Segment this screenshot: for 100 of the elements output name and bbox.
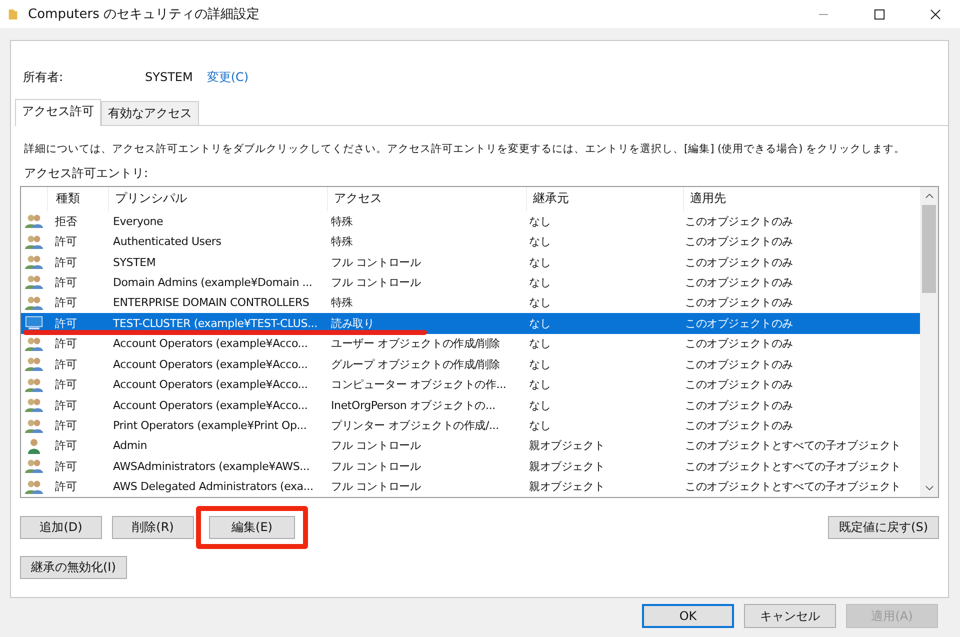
table-cell-text: Account Operators (example¥Acco... (112, 358, 309, 371)
restore-defaults-button[interactable]: 既定値に戻す(S) (828, 516, 939, 538)
table-row[interactable]: 許可 AWS Delegated Administrators (exa... フル コントロール 親オブジェクト このオブジェクトとすべての子オブジェクト (21, 476, 920, 497)
column-header[interactable]: アクセス (327, 187, 526, 211)
table-row[interactable]: 許可 AWSAdministrators (example¥AWS... フル コントロール 親オブジェクト このオブジェクトとすべての子オブジェクト (21, 456, 920, 477)
disable-inheritance-button[interactable]: 継承の無効化(I) (20, 556, 127, 579)
table-cell-text: グループ オブジェクトの作成/削除 (330, 356, 501, 372)
table-row[interactable]: 許可 TEST-CLUSTER (example¥TEST-CLUS... 読み取り なし このオブジェクトのみ (21, 313, 920, 334)
table-cell-text: なし (528, 234, 552, 250)
column-header[interactable]: 種類 (47, 187, 108, 211)
table-row[interactable]: 許可 Account Operators (example¥Acco... グループ オブジェクトの作成/削除 なし このオブジェクトのみ (21, 354, 920, 374)
table-cell-text: なし (528, 336, 552, 352)
table-cell-text: このオブジェクトのみ (684, 295, 794, 310)
table-cell-text: 許可 (54, 316, 78, 331)
table-cell-text: 許可 (54, 418, 78, 434)
table-cell-text: Domain Admins (example¥Domain ... (112, 276, 314, 289)
column-header[interactable]: プリンシパル (108, 187, 327, 211)
users-icon (25, 356, 43, 372)
scrollbar[interactable] (920, 187, 938, 497)
table-cell-text: フル コントロール (330, 254, 422, 270)
scroll-down-icon[interactable] (924, 485, 934, 491)
table-cell-text: 許可 (54, 398, 78, 413)
table-cell-text: InetOrgPerson オブジェクトの... (330, 398, 496, 413)
table-row[interactable]: 許可 Admin フル コントロール 親オブジェクト このオブジェクトとすべての子オブジェクト (21, 436, 920, 456)
table-cell-text: 許可 (54, 234, 78, 250)
table-cell-text: このオブジェクトのみ (684, 274, 794, 290)
table-cell-text: フル コントロール (330, 438, 422, 454)
table-row[interactable]: 許可 Authenticated Users 特殊 なし このオブジェクトのみ (21, 231, 920, 252)
table-cell-text: このオブジェクトのみ (684, 356, 794, 372)
table-cell-text: このオブジェクトのみ (684, 377, 794, 392)
table-cell-text: なし (528, 398, 552, 413)
table-cell-text: Admin (112, 439, 148, 452)
edit-button[interactable]: 編集(E) (209, 516, 295, 538)
table-cell-text: このオブジェクトのみ (684, 336, 794, 352)
table-row[interactable]: 許可 ENTERPRISE DOMAIN CONTROLLERS 特殊 なし このオブジェクトのみ (21, 292, 920, 314)
table-cell-text: ENTERPRISE DOMAIN CONTROLLERS (112, 296, 310, 310)
users-icon (25, 294, 43, 311)
table-cell-text: このオブジェクトとすべての子オブジェクト (684, 458, 902, 474)
table-cell-text: フル コントロール (330, 479, 422, 494)
table-row[interactable]: 許可 SYSTEM フル コントロール なし このオブジェクトのみ (21, 252, 920, 272)
computer-icon (25, 315, 43, 332)
table-cell-text: なし (528, 418, 552, 434)
users-icon (25, 397, 43, 414)
table-cell-text: Print Operators (example¥Print Op... (112, 419, 308, 432)
users-icon (25, 478, 43, 495)
users-icon (25, 376, 43, 393)
table-cell-text: このオブジェクトのみ (684, 398, 794, 413)
table-cell-text: 許可 (54, 356, 78, 372)
folder-icon (8, 8, 18, 20)
users-icon (25, 458, 43, 474)
table-cell-text: 親オブジェクト (528, 438, 606, 454)
table-cell-text: なし (528, 254, 552, 270)
table-row[interactable]: 拒否 Everyone 特殊 なし このオブジェクトのみ (21, 210, 920, 232)
tab[interactable]: アクセス許可 (15, 99, 101, 126)
table-cell-text: コンピューター オブジェクトの作... (330, 377, 508, 392)
table-cell-text: このオブジェクトのみ (684, 418, 794, 434)
table-row[interactable]: 許可 Account Operators (example¥Acco... InetOrgPerson オブジェクトの... なし このオブジェクトのみ (21, 394, 920, 416)
table-row[interactable]: 許可 Domain Admins (example¥Domain ... フル コントロール なし このオブジェクトのみ (21, 272, 920, 293)
table-cell-text: 親オブジェクト (528, 479, 606, 494)
table-cell-text: なし (528, 295, 552, 310)
description-text: 詳細については、アクセス許可エントリをダブルクリックしてください。アクセス許可エントリを変更するには、エントリを選択し、[編集] (使用できる場合) をクリックします。 (24, 142, 906, 156)
table-cell-text: 特殊 (330, 295, 354, 310)
add-button[interactable]: 追加(D) (20, 516, 102, 538)
table-cell-text: なし (528, 274, 552, 290)
users-icon (25, 274, 43, 290)
owner-label: 所有者: (23, 68, 64, 86)
table-cell-text: AWS Delegated Administrators (exa... (112, 480, 314, 494)
table-cell-text: なし (528, 356, 552, 372)
table-cell-text: Account Operators (example¥Acco... (112, 398, 309, 412)
users-icon (25, 213, 43, 230)
table-cell-text: フル コントロール (330, 458, 422, 474)
table-cell-text: 特殊 (330, 214, 354, 229)
table-cell-text: フル コントロール (330, 274, 422, 290)
users-icon (25, 336, 43, 352)
table-cell-text: ユーザー オブジェクトの作成/削除 (330, 336, 501, 352)
table-row[interactable]: 許可 Account Operators (example¥Acco... コンピューター オブジェクトの作... なし このオブジェクトのみ (21, 374, 920, 395)
tab[interactable]: 有効なアクセス (101, 101, 199, 125)
change-owner-link[interactable]: 変更(C) (206, 68, 249, 86)
table-cell-text: 許可 (54, 274, 78, 290)
ok-button[interactable]: OK (642, 604, 734, 628)
table-row[interactable]: 許可 Account Operators (example¥Acco... ユーザー オブジェクトの作成/削除 なし このオブジェクトのみ (21, 334, 920, 354)
table-cell-text: Account Operators (example¥Acco... (112, 378, 309, 392)
table-cell-text: なし (528, 214, 552, 229)
table-cell-text: このオブジェクトのみ (684, 214, 794, 229)
table-cell-text: AWSAdministrators (example¥AWS... (112, 460, 311, 473)
remove-button[interactable]: 削除(R) (112, 516, 194, 538)
column-header[interactable]: 継承元 (526, 187, 683, 211)
table-cell-text: 拒否 (54, 214, 78, 229)
scroll-up-icon[interactable] (924, 193, 934, 199)
close-icon[interactable] (930, 8, 941, 20)
table-cell-text: 読み取り (330, 316, 376, 331)
table-cell-text: プリンター オブジェクトの作成/... (330, 418, 500, 434)
table-cell-text: 親オブジェクト (528, 458, 606, 474)
table-cell-text: このオブジェクトのみ (684, 316, 794, 331)
maximize-icon[interactable] (874, 8, 885, 20)
table-cell-text: Everyone (112, 214, 164, 228)
table-row[interactable]: 許可 Print Operators (example¥Print Op... プリンター オブジェクトの作成/... なし このオブジェクトのみ (21, 415, 920, 436)
scroll-thumb[interactable] (922, 205, 936, 293)
cancel-button[interactable]: キャンセル (744, 604, 836, 628)
users-icon (25, 254, 43, 270)
